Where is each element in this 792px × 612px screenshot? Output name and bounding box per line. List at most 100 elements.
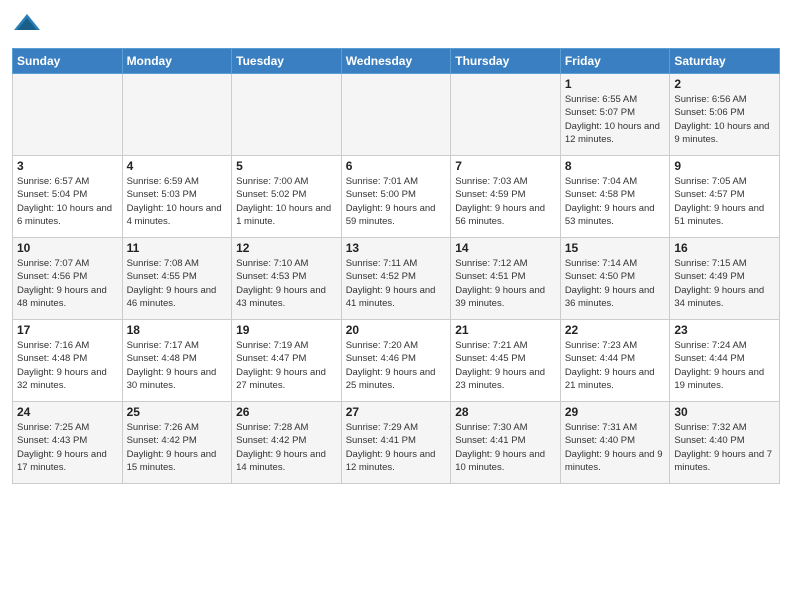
day-cell: 30Sunrise: 7:32 AM Sunset: 4:40 PM Dayli… [670,402,780,484]
day-cell: 8 Sunrise: 7:04 AM Sunset: 4:58 PM Daylig… [560,156,670,238]
day-info: Sunrise: 6:56 AM Sunset: 5:06 PM Dayligh… [674,93,775,146]
day-number: 10 [17,241,118,255]
day-info: Sunrise: 7:26 AM Sunset: 4:42 PM Dayligh… [127,421,228,474]
day-number: 13 [346,241,447,255]
day-cell: 27 Sunrise: 7:29 AM Sunset: 4:41 PM Dayli… [341,402,451,484]
day-number: 24 [17,405,118,419]
day-cell: 1Sunrise: 6:55 AM Sunset: 5:07 PM Daylig… [560,74,670,156]
day-info: Sunrise: 7:01 AM Sunset: 5:00 PM Dayligh… [346,175,447,228]
day-info: Sunrise: 7:11 AM Sunset: 4:52 PM Dayligh… [346,257,447,310]
day-cell: 11 Sunrise: 7:08 AM Sunset: 4:55 PM Dayli… [122,238,232,320]
week-row-5: 24 Sunrise: 7:25 AM Sunset: 4:43 PM Dayli… [13,402,780,484]
column-header-tuesday: Tuesday [232,49,342,74]
day-info: Sunrise: 7:00 AM Sunset: 5:02 PM Dayligh… [236,175,337,228]
week-row-3: 10 Sunrise: 7:07 AM Sunset: 4:56 PM Dayli… [13,238,780,320]
day-info: Sunrise: 7:04 AM Sunset: 4:58 PM Dayligh… [565,175,666,228]
day-number: 18 [127,323,228,337]
column-header-thursday: Thursday [451,49,561,74]
day-number: 11 [127,241,228,255]
header [12,10,780,40]
day-number: 20 [346,323,447,337]
day-number: 14 [455,241,556,255]
day-info: Sunrise: 7:17 AM Sunset: 4:48 PM Dayligh… [127,339,228,392]
day-info: Sunrise: 7:19 AM Sunset: 4:47 PM Dayligh… [236,339,337,392]
day-cell: 16 Sunrise: 7:15 AM Sunset: 4:49 PM Dayli… [670,238,780,320]
day-cell: 14Sunrise: 7:12 AM Sunset: 4:51 PM Dayli… [451,238,561,320]
day-info: Sunrise: 7:03 AM Sunset: 4:59 PM Dayligh… [455,175,556,228]
day-cell [122,74,232,156]
day-cell: 9 Sunrise: 7:05 AM Sunset: 4:57 PM Daylig… [670,156,780,238]
day-cell: 26Sunrise: 7:28 AM Sunset: 4:42 PM Dayli… [232,402,342,484]
day-info: Sunrise: 7:14 AM Sunset: 4:50 PM Dayligh… [565,257,666,310]
day-number: 8 [565,159,666,173]
day-cell: 23 Sunrise: 7:24 AM Sunset: 4:44 PM Dayli… [670,320,780,402]
day-number: 19 [236,323,337,337]
day-cell: 29Sunrise: 7:31 AM Sunset: 4:40 PM Dayli… [560,402,670,484]
day-cell [451,74,561,156]
day-number: 27 [346,405,447,419]
day-cell: 5Sunrise: 7:00 AM Sunset: 5:02 PM Daylig… [232,156,342,238]
logo-icon [12,10,42,40]
day-info: Sunrise: 7:10 AM Sunset: 4:53 PM Dayligh… [236,257,337,310]
calendar-table: SundayMondayTuesdayWednesdayThursdayFrid… [12,48,780,484]
day-number: 1 [565,77,666,91]
day-number: 28 [455,405,556,419]
day-cell: 3 Sunrise: 6:57 AM Sunset: 5:04 PM Daylig… [13,156,123,238]
day-cell [341,74,451,156]
day-number: 4 [127,159,228,173]
day-cell: 7 Sunrise: 7:03 AM Sunset: 4:59 PM Daylig… [451,156,561,238]
day-info: Sunrise: 7:16 AM Sunset: 4:48 PM Dayligh… [17,339,118,392]
column-header-monday: Monday [122,49,232,74]
day-cell: 2 Sunrise: 6:56 AM Sunset: 5:06 PM Daylig… [670,74,780,156]
day-cell: 17Sunrise: 7:16 AM Sunset: 4:48 PM Dayli… [13,320,123,402]
column-header-sunday: Sunday [13,49,123,74]
day-info: Sunrise: 6:59 AM Sunset: 5:03 PM Dayligh… [127,175,228,228]
day-number: 22 [565,323,666,337]
day-number: 26 [236,405,337,419]
day-number: 6 [346,159,447,173]
day-number: 2 [674,77,775,91]
day-info: Sunrise: 7:07 AM Sunset: 4:56 PM Dayligh… [17,257,118,310]
week-row-4: 17Sunrise: 7:16 AM Sunset: 4:48 PM Dayli… [13,320,780,402]
day-cell: 25 Sunrise: 7:26 AM Sunset: 4:42 PM Dayli… [122,402,232,484]
page-container: SundayMondayTuesdayWednesdayThursdayFrid… [0,0,792,492]
week-row-1: 1Sunrise: 6:55 AM Sunset: 5:07 PM Daylig… [13,74,780,156]
day-info: Sunrise: 7:24 AM Sunset: 4:44 PM Dayligh… [674,339,775,392]
column-header-wednesday: Wednesday [341,49,451,74]
day-cell: 13 Sunrise: 7:11 AM Sunset: 4:52 PM Dayli… [341,238,451,320]
day-cell: 21 Sunrise: 7:21 AM Sunset: 4:45 PM Dayli… [451,320,561,402]
day-info: Sunrise: 7:30 AM Sunset: 4:41 PM Dayligh… [455,421,556,474]
day-cell: 6 Sunrise: 7:01 AM Sunset: 5:00 PM Daylig… [341,156,451,238]
day-number: 23 [674,323,775,337]
day-info: Sunrise: 7:15 AM Sunset: 4:49 PM Dayligh… [674,257,775,310]
day-info: Sunrise: 7:08 AM Sunset: 4:55 PM Dayligh… [127,257,228,310]
header-row: SundayMondayTuesdayWednesdayThursdayFrid… [13,49,780,74]
day-info: Sunrise: 7:21 AM Sunset: 4:45 PM Dayligh… [455,339,556,392]
day-number: 16 [674,241,775,255]
column-header-friday: Friday [560,49,670,74]
day-info: Sunrise: 7:20 AM Sunset: 4:46 PM Dayligh… [346,339,447,392]
logo [12,10,44,40]
day-cell: 20 Sunrise: 7:20 AM Sunset: 4:46 PM Dayli… [341,320,451,402]
day-number: 25 [127,405,228,419]
day-info: Sunrise: 7:29 AM Sunset: 4:41 PM Dayligh… [346,421,447,474]
day-info: Sunrise: 7:25 AM Sunset: 4:43 PM Dayligh… [17,421,118,474]
day-number: 3 [17,159,118,173]
day-info: Sunrise: 7:05 AM Sunset: 4:57 PM Dayligh… [674,175,775,228]
day-number: 9 [674,159,775,173]
day-info: Sunrise: 7:32 AM Sunset: 4:40 PM Dayligh… [674,421,775,474]
day-cell: 4 Sunrise: 6:59 AM Sunset: 5:03 PM Daylig… [122,156,232,238]
day-cell: 18 Sunrise: 7:17 AM Sunset: 4:48 PM Dayli… [122,320,232,402]
day-info: Sunrise: 7:23 AM Sunset: 4:44 PM Dayligh… [565,339,666,392]
day-cell: 12Sunrise: 7:10 AM Sunset: 4:53 PM Dayli… [232,238,342,320]
day-cell: 28 Sunrise: 7:30 AM Sunset: 4:41 PM Dayli… [451,402,561,484]
day-info: Sunrise: 6:57 AM Sunset: 5:04 PM Dayligh… [17,175,118,228]
day-cell: 22 Sunrise: 7:23 AM Sunset: 4:44 PM Dayli… [560,320,670,402]
day-number: 29 [565,405,666,419]
day-cell: 10 Sunrise: 7:07 AM Sunset: 4:56 PM Dayli… [13,238,123,320]
day-cell [13,74,123,156]
week-row-2: 3 Sunrise: 6:57 AM Sunset: 5:04 PM Daylig… [13,156,780,238]
day-number: 21 [455,323,556,337]
day-cell [232,74,342,156]
day-number: 7 [455,159,556,173]
